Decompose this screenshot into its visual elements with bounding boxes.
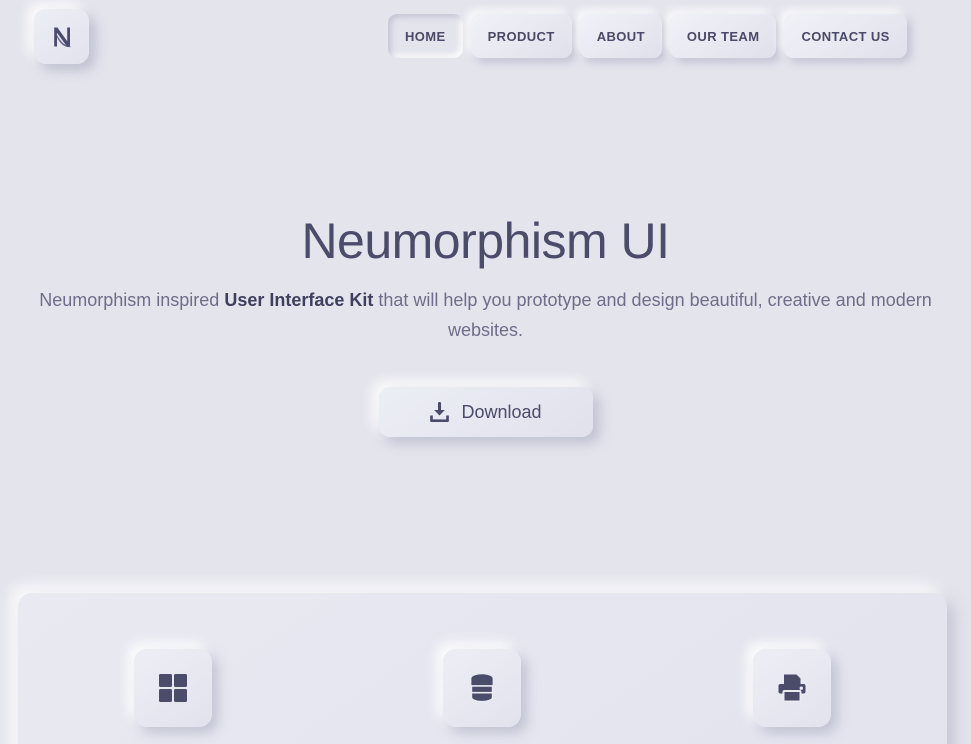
neumorphism-logo-icon [47,22,77,52]
download-icon [429,401,450,423]
hero-subtitle-part2: that will help you prototype and design … [373,290,932,340]
hero-subtitle-highlight: User Interface Kit [224,290,374,310]
download-button-label: Download [461,401,542,422]
hero-subtitle: Neumorphism inspired User Interface Kit … [0,285,971,345]
hero-section: Neumorphism UI Neumorphism inspired User… [0,210,971,437]
feature-icon-row [18,649,947,727]
nav-item-about[interactable]: ABOUT [579,14,662,58]
grid-icon [157,672,189,704]
feature-tile-printer[interactable] [753,649,832,727]
site-header: HOME PRODUCT ABOUT OUR TEAM CONTACT US [0,0,971,72]
logo-tile[interactable] [34,9,89,64]
nav-item-home[interactable]: HOME [388,14,463,58]
printer-icon [776,672,808,704]
database-icon [466,672,498,704]
nav-item-product[interactable]: PRODUCT [470,14,572,58]
feature-tile-database[interactable] [443,649,522,727]
hero-subtitle-part1: Neumorphism inspired [39,290,225,310]
download-button[interactable]: Download [378,387,593,437]
nav-item-contact-us[interactable]: CONTACT US [784,14,907,58]
page-title: Neumorphism UI [301,213,670,269]
download-button-wrap: Download [0,387,971,437]
feature-tile-grid[interactable] [133,649,212,727]
feature-card [18,593,947,744]
nav-item-our-team[interactable]: OUR TEAM [669,14,777,58]
main-navigation: HOME PRODUCT ABOUT OUR TEAM CONTACT US [388,14,907,58]
